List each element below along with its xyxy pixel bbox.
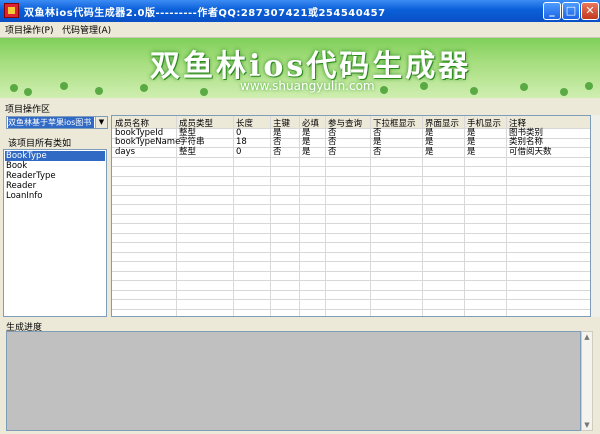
table-cell[interactable]: 否 (373, 147, 382, 157)
member-grid[interactable]: 成员名称 成员类型 长度 主键 必填 参与查询 下拉框显示 界面显示 手机显示 注释 bookTyp… (111, 115, 591, 317)
banner-url: www.shuangyulin.com (240, 79, 375, 93)
progress-output (6, 331, 581, 431)
title-bar[interactable]: 双鱼林ios代码生成器2.0版---------作者QQ:287307421或2… (0, 0, 600, 22)
minimize-button[interactable]: _ (543, 2, 561, 20)
table-cell[interactable]: 是 (467, 138, 476, 147)
table-cell[interactable]: 类别名称 (509, 138, 543, 147)
table-cell[interactable]: days (115, 147, 135, 157)
grid-scrollbar[interactable] (591, 115, 600, 317)
list-item[interactable]: LoanInfo (5, 191, 105, 201)
table-cell[interactable]: 整型 (179, 147, 196, 157)
table-cell[interactable]: 是 (425, 147, 434, 157)
progress-scrollbar[interactable]: ▲ ▼ (581, 331, 593, 431)
table-cell[interactable]: 0 (236, 147, 241, 157)
list-item[interactable]: BookType (5, 151, 105, 161)
class-list-label: 该项目所有类如 (8, 139, 72, 149)
table-cell[interactable]: 是 (425, 138, 434, 147)
menu-project-operations[interactable]: 项目操作(P) (5, 23, 53, 36)
table-cell[interactable]: 是 (302, 138, 311, 147)
table-cell[interactable]: 字符串 (179, 138, 205, 147)
table-cell[interactable]: 可借阅天数 (509, 147, 552, 157)
table-cell[interactable]: 否 (328, 138, 337, 147)
dropdown-arrow-icon[interactable]: ▼ (95, 117, 107, 128)
list-item[interactable]: ReaderType (5, 171, 105, 181)
app-icon[interactable] (4, 3, 19, 18)
table-cell[interactable]: 是 (302, 147, 311, 157)
list-item[interactable]: Book (5, 161, 105, 171)
project-combo-value: 双鱼林基于苹果ios图书 (8, 117, 94, 128)
splitter[interactable] (0, 318, 600, 323)
project-group-header (0, 101, 600, 114)
banner: 双鱼林ios代码生成器 www.shuangyulin.com (0, 38, 600, 98)
project-group-label: 项目操作区 (5, 105, 51, 115)
window-title: 双鱼林ios代码生成器2.0版---------作者QQ:287307421或2… (24, 8, 386, 19)
table-cell[interactable]: 否 (328, 147, 337, 157)
maximize-button[interactable]: □ (562, 2, 580, 20)
close-button[interactable]: ✕ (581, 2, 599, 20)
table-cell[interactable]: 18 (236, 138, 247, 147)
project-combo[interactable]: 双鱼林基于苹果ios图书 ▼ (6, 116, 108, 129)
class-list[interactable]: BookType Book ReaderType Reader LoanInfo (3, 149, 107, 317)
grid-cells: 成员名称 成员类型 长度 主键 必填 参与查询 下拉框显示 界面显示 手机显示 注释 bookTyp… (112, 116, 590, 316)
table-cell[interactable]: 否 (273, 147, 282, 157)
table-cell[interactable]: bookTypeName (115, 138, 180, 147)
list-item[interactable]: Reader (5, 181, 105, 191)
table-cell[interactable]: 是 (467, 147, 476, 157)
menu-code-management[interactable]: 代码管理(A) (62, 23, 111, 36)
table-cell[interactable]: 否 (273, 138, 282, 147)
menu-bar: 项目操作(P) 代码管理(A) (0, 22, 600, 38)
scroll-down-icon[interactable]: ▼ (583, 421, 591, 429)
table-cell[interactable]: 是 (373, 138, 382, 147)
scroll-up-icon[interactable]: ▲ (583, 333, 591, 341)
